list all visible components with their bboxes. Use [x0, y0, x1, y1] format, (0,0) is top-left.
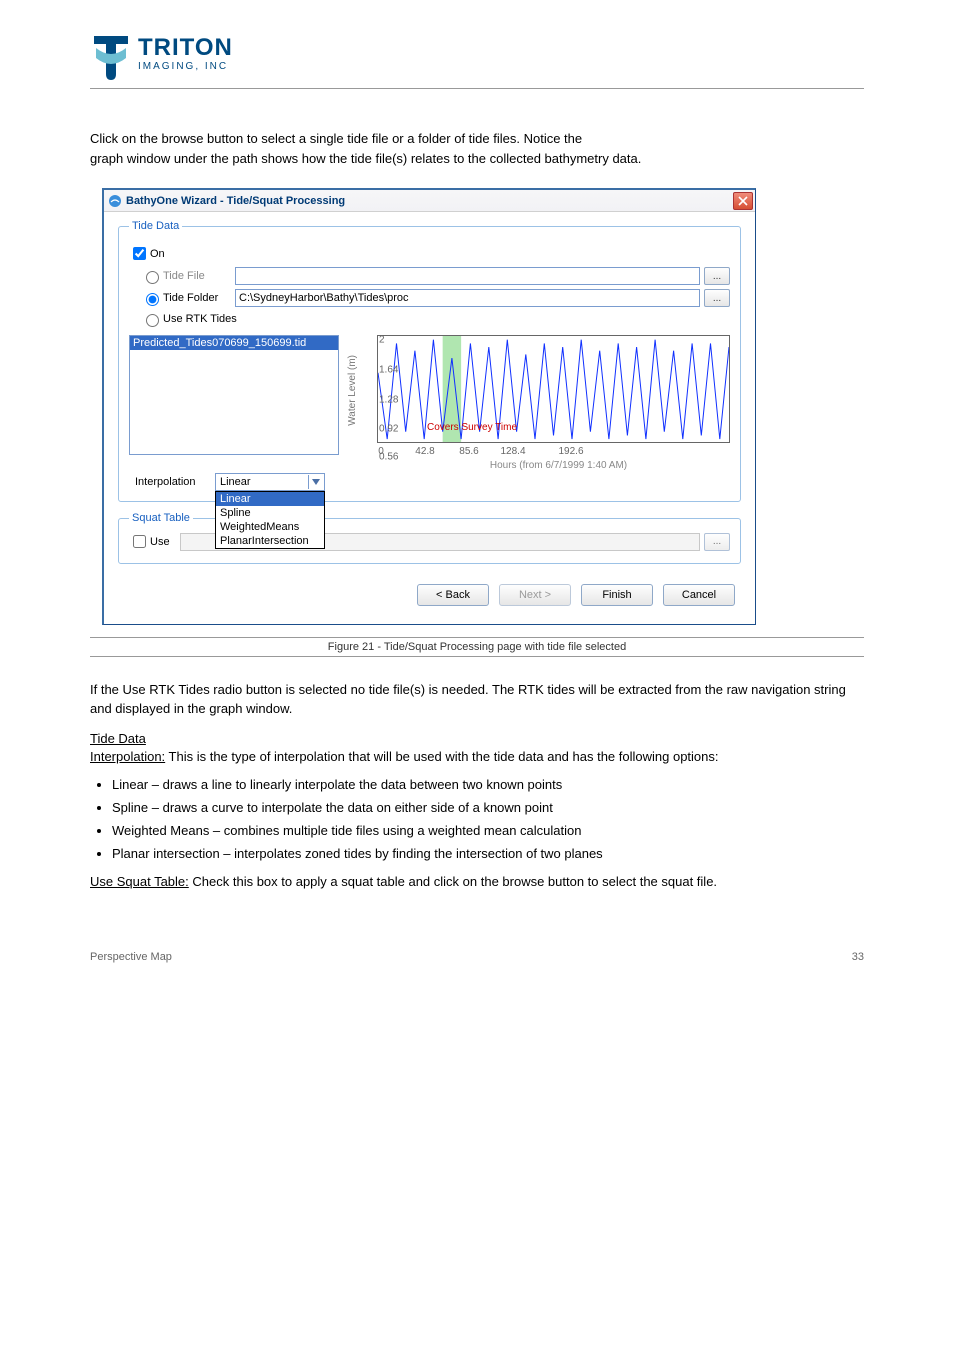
- tide-file-item[interactable]: Predicted_Tides070699_150699.tid: [130, 336, 338, 350]
- browse-squat-button[interactable]: ...: [704, 533, 730, 551]
- squat-para: Use Squat Table: Check this box to apply…: [90, 873, 864, 892]
- interp-para: Interpolation: This is the type of inter…: [90, 748, 864, 767]
- wizard-buttons: < Back Next > Finish Cancel: [118, 574, 741, 618]
- tide-folder-path[interactable]: [235, 289, 700, 307]
- xtick: 42.8: [415, 446, 434, 457]
- squat-title: Use Squat Table:: [90, 874, 189, 889]
- interp-bullets: Linear – draws a line to linearly interp…: [112, 777, 864, 861]
- tide-group-legend: Tide Data: [129, 220, 182, 232]
- ytick: 1.64: [379, 365, 398, 376]
- tide-file-label: Tide File: [163, 270, 235, 282]
- interpolation-label: Interpolation: [135, 476, 207, 488]
- tide-file-radio[interactable]: [146, 271, 159, 284]
- brand-logo: TRITON IMAGING, INC: [90, 30, 233, 80]
- figure-caption: Figure 21 - Tide/Squat Processing page w…: [90, 637, 864, 657]
- next-button: Next >: [499, 584, 571, 606]
- back-button[interactable]: < Back: [417, 584, 489, 606]
- interp-option[interactable]: Linear: [216, 492, 324, 506]
- body-p1: If the Use RTK Tides radio button is sel…: [90, 681, 864, 719]
- ytick: 2: [379, 335, 385, 346]
- ytick: 0.92: [379, 423, 398, 434]
- interp-title: Interpolation:: [90, 749, 165, 764]
- close-button[interactable]: [733, 192, 753, 210]
- bullet-spline: Spline – draws a curve to interpolate th…: [112, 800, 864, 815]
- finish-button[interactable]: Finish: [581, 584, 653, 606]
- intro-paragraph: Click on the browse button to select a s…: [90, 129, 864, 168]
- interpolation-options[interactable]: Linear Spline WeightedMeans PlanarInters…: [215, 491, 325, 549]
- brand-sub: IMAGING, INC: [138, 62, 233, 72]
- footer-left: Perspective Map: [90, 951, 172, 963]
- brand-name: TRITON: [138, 36, 233, 60]
- browse-tide-file-button[interactable]: ...: [704, 267, 730, 285]
- close-icon: [738, 196, 748, 206]
- tide-data-group: Tide Data On Tide File ... Tide Folder .…: [118, 220, 741, 502]
- chevron-down-icon: [308, 475, 322, 489]
- bullet-planar: Planar intersection – interpolates zoned…: [112, 846, 864, 861]
- xtick: 0: [378, 446, 384, 457]
- on-checkbox[interactable]: [133, 247, 146, 260]
- dialog-title: BathyOne Wizard - Tide/Squat Processing: [126, 195, 345, 207]
- browse-tide-folder-button[interactable]: ...: [704, 289, 730, 307]
- wizard-dialog: BathyOne Wizard - Tide/Squat Processing …: [102, 188, 756, 625]
- xtick: 128.4: [500, 446, 525, 457]
- chart-annotation: Covers Survey Time: [427, 422, 517, 433]
- squat-group-legend: Squat Table: [129, 512, 193, 524]
- interp-option[interactable]: PlanarIntersection: [216, 534, 324, 548]
- squat-table-group: Squat Table Use ...: [118, 512, 741, 564]
- use-rtk-label: Use RTK Tides: [163, 313, 237, 325]
- ytick: 1.28: [379, 395, 398, 406]
- tide-chart: Water Level (m) 2 1.64 1.28 0.92 0.56 0 …: [347, 335, 730, 465]
- xtick: 85.6: [459, 446, 478, 457]
- xtick: 192.6: [558, 446, 583, 457]
- tide-folder-radio[interactable]: [146, 293, 159, 306]
- interpolation-combobox[interactable]: Linear Linear Spline WeightedMeans Plana…: [215, 473, 325, 491]
- chart-ylabel: Water Level (m): [347, 355, 358, 426]
- footer-right: 33: [852, 951, 864, 963]
- interp-option[interactable]: Spline: [216, 506, 324, 520]
- triton-logo-icon: [90, 30, 132, 80]
- page-footer: Perspective Map 33: [90, 951, 864, 963]
- tide-folder-label: Tide Folder: [163, 292, 235, 304]
- tide-file-list[interactable]: Predicted_Tides070699_150699.tid: [129, 335, 339, 455]
- tide-file-path[interactable]: [235, 267, 700, 285]
- page-header: TRITON IMAGING, INC: [90, 30, 864, 89]
- interp-option[interactable]: WeightedMeans: [216, 520, 324, 534]
- app-icon: [108, 194, 122, 208]
- cancel-button[interactable]: Cancel: [663, 584, 735, 606]
- bullet-weighted: Weighted Means – combines multiple tide …: [112, 823, 864, 838]
- section-tide-data: Tide Data: [90, 731, 146, 746]
- use-rtk-radio[interactable]: [146, 314, 159, 327]
- interpolation-value: Linear: [220, 476, 251, 488]
- use-squat-checkbox[interactable]: [133, 535, 146, 548]
- dialog-titlebar: BathyOne Wizard - Tide/Squat Processing: [104, 190, 755, 212]
- intro-text: Click on the browse button: [90, 131, 243, 146]
- bullet-linear: Linear – draws a line to linearly interp…: [112, 777, 864, 792]
- chart-xlabel: Hours (from 6/7/1999 1:40 AM): [387, 460, 730, 471]
- use-squat-label: Use: [150, 536, 170, 548]
- on-label: On: [150, 248, 165, 260]
